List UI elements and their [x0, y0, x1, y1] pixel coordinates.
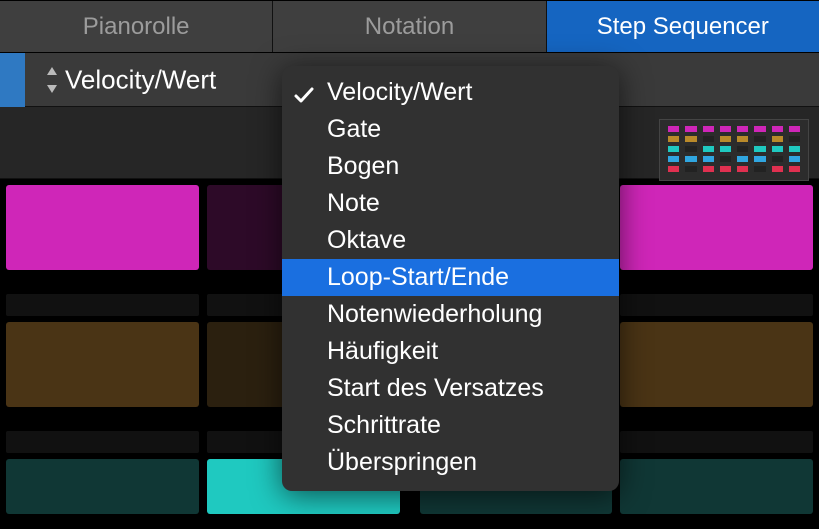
menu-item-label: Loop-Start/Ende	[327, 263, 509, 291]
edit-mode-stepper[interactable]	[45, 65, 59, 95]
pattern-overview[interactable]	[659, 119, 809, 181]
menu-item-label: Start des Versatzes	[327, 374, 544, 402]
overview-cell	[754, 126, 765, 132]
edit-mode-menu-item[interactable]: Schrittrate	[282, 407, 619, 444]
overview-cell	[789, 146, 800, 152]
overview-cell	[685, 156, 696, 162]
overview-cell	[772, 166, 783, 172]
edit-mode-menu-item[interactable]: Überspringen	[282, 444, 619, 481]
step-cell[interactable]	[6, 322, 199, 407]
overview-cell	[703, 126, 714, 132]
edit-mode-menu-item[interactable]: Note	[282, 185, 619, 222]
overview-cell	[685, 126, 696, 132]
overview-cell	[737, 126, 748, 132]
step-cell[interactable]	[6, 185, 199, 270]
menu-item-label: Velocity/Wert	[327, 78, 472, 106]
edit-mode-menu-item[interactable]: Häufigkeit	[282, 333, 619, 370]
overview-cell	[737, 156, 748, 162]
overview-cell	[720, 156, 731, 162]
editor-tabbar: Pianorolle Notation Step Sequencer	[0, 0, 819, 53]
overview-cell	[703, 146, 714, 152]
tab-step-sequencer[interactable]: Step Sequencer	[547, 1, 819, 52]
menu-item-label: Notenwiederholung	[327, 300, 542, 328]
edit-mode-menu-item[interactable]: Start des Versatzes	[282, 370, 619, 407]
overview-cell	[789, 166, 800, 172]
edit-mode-menu-item[interactable]: Notenwiederholung	[282, 296, 619, 333]
overview-cell	[789, 156, 800, 162]
menu-item-label: Überspringen	[327, 448, 477, 476]
overview-cell	[668, 126, 679, 132]
edit-mode-menu-item[interactable]: Gate	[282, 111, 619, 148]
overview-cell	[772, 126, 783, 132]
overview-cell	[789, 136, 800, 142]
overview-cell	[685, 146, 696, 152]
menu-item-label: Oktave	[327, 226, 406, 254]
overview-cell	[668, 166, 679, 172]
edit-mode-menu-item[interactable]: Loop-Start/Ende	[282, 259, 619, 296]
overview-cell	[720, 146, 731, 152]
edit-mode-menu[interactable]: Velocity/Wert Gate Bogen Note Oktave Loop-Sta…	[282, 66, 619, 491]
overview-cell	[720, 126, 731, 132]
overview-cell	[772, 156, 783, 162]
overview-cell	[754, 156, 765, 162]
step-cell[interactable]	[620, 459, 813, 514]
overview-cell	[703, 156, 714, 162]
overview-cell	[703, 136, 714, 142]
step-sequencer-window: Pianorolle Notation Step Sequencer Veloc…	[0, 0, 819, 529]
overview-cell	[772, 136, 783, 142]
overview-cell	[720, 136, 731, 142]
overview-cell	[668, 156, 679, 162]
overview-cell	[668, 136, 679, 142]
step-cell[interactable]	[620, 322, 813, 407]
tab-pianoroll[interactable]: Pianorolle	[0, 1, 273, 52]
step-gap	[6, 294, 199, 316]
menu-item-label: Gate	[327, 115, 381, 143]
step-gap	[620, 431, 813, 453]
overview-cell	[737, 166, 748, 172]
overview-cell	[754, 166, 765, 172]
edit-mode-menu-item[interactable]: Velocity/Wert	[282, 74, 619, 111]
edit-mode-label[interactable]: Velocity/Wert	[65, 64, 216, 95]
overview-cell	[737, 136, 748, 142]
vertical-stepper-icon	[45, 65, 59, 95]
overview-cell	[737, 146, 748, 152]
menu-item-label: Schrittrate	[327, 411, 441, 439]
menu-item-label: Note	[327, 189, 380, 217]
track-color-swatch	[0, 53, 25, 107]
step-gap	[620, 294, 813, 316]
overview-cell	[685, 166, 696, 172]
edit-mode-menu-item[interactable]: Bogen	[282, 148, 619, 185]
tab-notation[interactable]: Notation	[273, 1, 546, 52]
checkmark-icon	[292, 81, 316, 105]
menu-item-label: Häufigkeit	[327, 337, 438, 365]
step-cell[interactable]	[620, 185, 813, 270]
overview-cell	[772, 146, 783, 152]
edit-mode-menu-item[interactable]: Oktave	[282, 222, 619, 259]
overview-cell	[685, 136, 696, 142]
overview-cell	[668, 146, 679, 152]
overview-cell	[754, 146, 765, 152]
step-cell[interactable]	[6, 459, 199, 514]
step-gap	[6, 431, 199, 453]
overview-cell	[720, 166, 731, 172]
overview-cell	[754, 136, 765, 142]
overview-cell	[789, 126, 800, 132]
overview-cell	[703, 166, 714, 172]
menu-item-label: Bogen	[327, 152, 399, 180]
